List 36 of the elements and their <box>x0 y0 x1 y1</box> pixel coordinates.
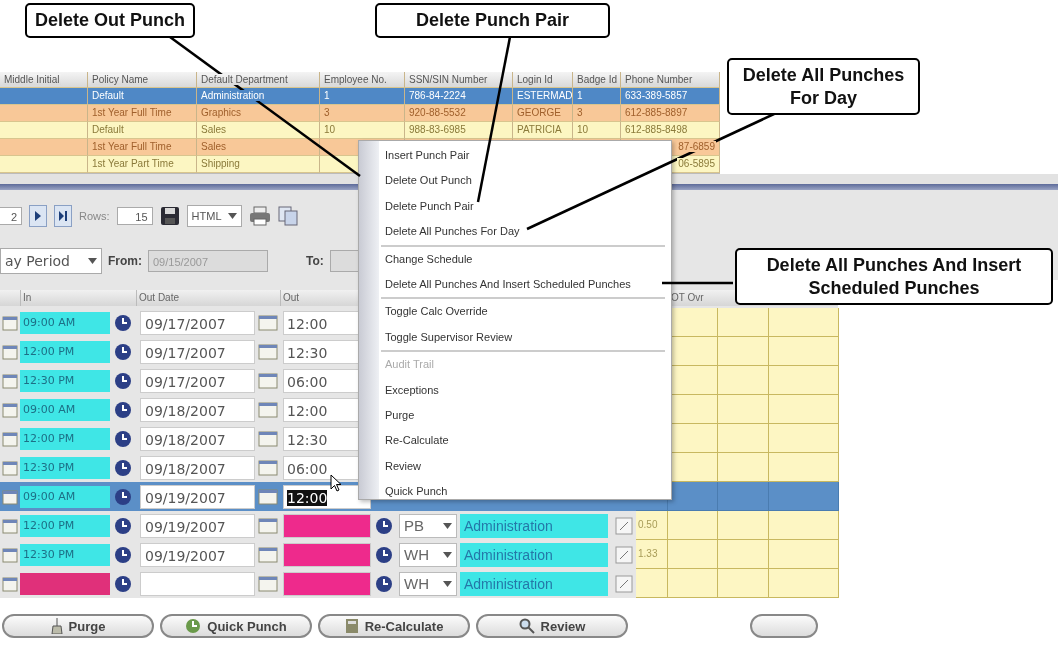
table-cell: Shipping <box>200 158 241 169</box>
table-cell: 786-84-2224 <box>408 90 467 101</box>
table-cell: 1 <box>576 90 584 101</box>
table-cell: Sales <box>200 141 227 152</box>
hours-cell: 0.50 <box>636 511 668 540</box>
table-cell: 920-88-5532 <box>408 107 467 118</box>
table-cell: ESTERMAD <box>516 90 572 101</box>
callout-label: Delete All Punches For Day <box>727 58 920 115</box>
table-cell: Administration <box>200 90 266 101</box>
table-cell: 1st Year Full Time <box>91 107 173 118</box>
rows-label: Rows: <box>79 210 110 222</box>
callout-label: Delete All Punches And Insert Scheduled Punches <box>735 248 1053 305</box>
table-cell: 1st Year Part Time <box>91 158 175 169</box>
table-cell: Graphics <box>200 107 242 118</box>
callout-label: Delete Punch Pair <box>375 3 610 38</box>
table-cell: 988-83-6985 <box>408 124 467 135</box>
table-cell: 612-885-8897 <box>624 107 689 118</box>
table-cell: 06-5895 <box>677 158 716 169</box>
table-cell: 633-389-5857 <box>624 90 689 101</box>
table-cell: Default <box>91 90 125 101</box>
to-label: To: <box>306 254 324 268</box>
table-cell: GEORGE <box>516 107 562 118</box>
table-cell: PATRICIA <box>516 124 563 135</box>
table-cell: Sales <box>200 124 227 135</box>
hours-cell: 1.33 <box>636 540 668 569</box>
table-cell: 1 <box>323 90 331 101</box>
table-cell: 1st Year Full Time <box>91 141 173 152</box>
table-cell: 87-6859 <box>677 141 716 152</box>
table-cell: 3 <box>323 107 331 118</box>
table-cell: Default <box>91 124 125 135</box>
from-label: From: <box>108 254 142 268</box>
table-cell: 612-885-8498 <box>624 124 689 135</box>
table-cell: 10 <box>576 124 590 135</box>
table-cell: 3 <box>576 107 584 118</box>
table-cell: 10 <box>323 124 337 135</box>
callout-label: Delete Out Punch <box>25 3 195 38</box>
